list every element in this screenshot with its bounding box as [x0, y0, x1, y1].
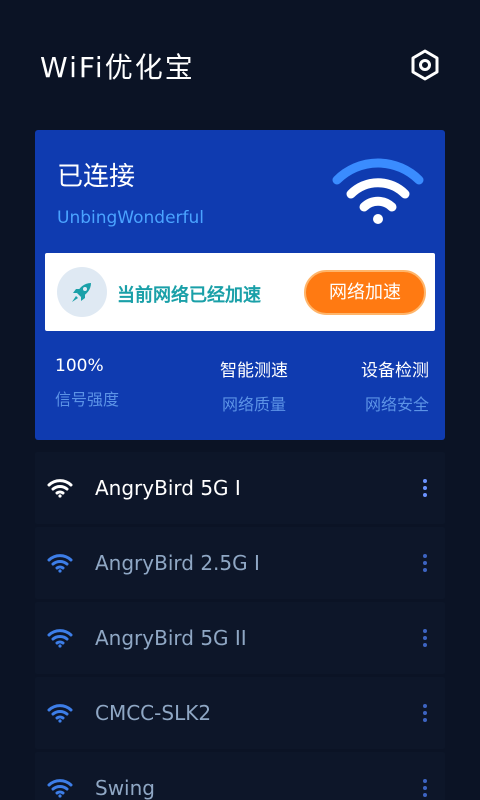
- wifi-signal-icon: [47, 704, 73, 723]
- network-row[interactable]: AngryBird 5G I: [35, 452, 445, 524]
- settings-button[interactable]: [408, 48, 442, 82]
- network-row[interactable]: Swing: [35, 752, 445, 800]
- app-header: WiFi优化宝: [0, 0, 480, 130]
- network-boost-button[interactable]: 网络加速: [304, 270, 426, 315]
- connected-ssid: UnbingWonderful: [57, 208, 205, 228]
- boost-bar: 当前网络已经加速 网络加速: [45, 253, 435, 331]
- stat-value: 100%: [55, 356, 104, 376]
- rocket-badge: [57, 267, 107, 317]
- stat-device-check[interactable]: 设备检测 网络安全: [339, 356, 429, 415]
- wifi-signal-icon: [47, 554, 73, 573]
- network-name: Swing: [95, 776, 155, 800]
- more-options-icon[interactable]: [417, 476, 433, 500]
- boost-status-text: 当前网络已经加速: [117, 285, 261, 306]
- network-name: AngryBird 5G I: [95, 476, 241, 500]
- wifi-signal-icon: [47, 479, 73, 498]
- rocket-icon: [72, 283, 91, 302]
- stat-signal[interactable]: 100% 信号强度: [55, 356, 119, 410]
- stat-speed-test[interactable]: 智能测速 网络质量: [199, 356, 309, 415]
- network-name: AngryBird 2.5G I: [95, 551, 260, 575]
- network-row[interactable]: CMCC-SLK2: [35, 677, 445, 749]
- network-name: CMCC-SLK2: [95, 701, 212, 725]
- more-options-icon[interactable]: [417, 776, 433, 800]
- stat-value: 设备检测: [361, 361, 429, 381]
- more-options-icon[interactable]: [417, 701, 433, 725]
- wifi-signal-icon: [47, 779, 73, 798]
- more-options-icon[interactable]: [417, 551, 433, 575]
- stat-label: 网络质量: [221, 395, 286, 414]
- more-options-icon[interactable]: [417, 626, 433, 650]
- network-name: AngryBird 5G II: [95, 626, 247, 650]
- connection-card: 已连接 UnbingWonderful 当前网络已经加速 网络加速 100% 信…: [35, 130, 445, 440]
- network-row[interactable]: AngryBird 2.5G I: [35, 527, 445, 599]
- stat-label: 信号强度: [55, 390, 120, 409]
- connection-status: 已连接: [57, 162, 136, 192]
- wifi-signal-icon: [47, 629, 73, 648]
- stat-value: 智能测速: [220, 361, 288, 381]
- app-title: WiFi优化宝: [40, 51, 195, 84]
- wifi-icon: [332, 158, 424, 224]
- hexagon-settings-icon: [411, 49, 439, 81]
- network-list: AngryBird 5G I AngryBird 2.5G I AngryBir…: [35, 452, 445, 800]
- network-row[interactable]: AngryBird 5G II: [35, 602, 445, 674]
- stat-label: 网络安全: [364, 395, 429, 414]
